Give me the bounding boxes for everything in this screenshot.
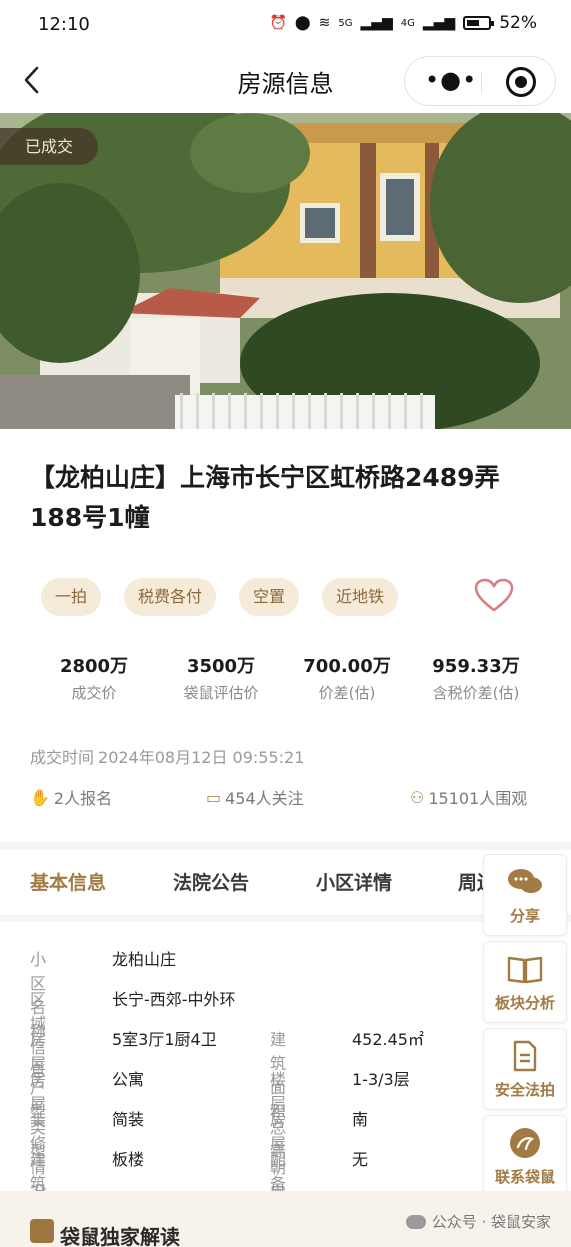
status-bar: 12:10 ⏰ ⬤ ≋ 5G ▂▄▆ 4G ▂▄▆ 52% bbox=[0, 0, 571, 52]
stat-label: 袋鼠评估价 bbox=[183, 684, 259, 702]
location-icon: ⬤ bbox=[294, 15, 311, 31]
exclusive-analysis-section: 袋鼠独家解读 公众号 · 袋鼠安家 bbox=[0, 1191, 571, 1247]
view-count: ⚇ 15101人围观 bbox=[410, 785, 527, 809]
exclusive-analysis-title: 袋鼠独家解读 bbox=[60, 1225, 180, 1247]
stat-value: 2800万 bbox=[59, 656, 129, 677]
engagement-counters: ✋ 2人报名 ▭ 454人关注 ⚇ 15101人围观 bbox=[30, 785, 542, 809]
stat-value: 700.00万 bbox=[303, 656, 391, 677]
stat-value: 3500万 bbox=[186, 656, 256, 677]
wechat-icon bbox=[405, 1214, 426, 1229]
safe-auction-label: 安全法拍 bbox=[494, 1081, 555, 1099]
watermark-text: 公众号 · 袋鼠安家 bbox=[431, 1213, 551, 1231]
follow-count: ▭ 454人关注 bbox=[206, 785, 304, 809]
wifi-icon: ≋ bbox=[318, 15, 331, 31]
tag-vacant: 空置 bbox=[239, 578, 300, 616]
safe-auction-button[interactable]: 安全法拍 bbox=[483, 1028, 567, 1110]
section-divider bbox=[0, 842, 571, 850]
tag-metro: 近地铁 bbox=[322, 578, 399, 616]
tab-basic-info[interactable]: 基本信息 bbox=[30, 868, 106, 895]
info-value: 无 bbox=[352, 1150, 369, 1169]
hand-icon: ✋ bbox=[30, 787, 50, 807]
follow-count-text: 454人关注 bbox=[225, 789, 304, 808]
info-value: 452.45㎡ bbox=[352, 1030, 424, 1049]
alarm-icon: ⏰ bbox=[269, 15, 287, 31]
stat-label: 成交价 bbox=[71, 684, 117, 702]
info-value: 1-3/3层 bbox=[352, 1070, 410, 1089]
vr-glasses-icon: ▭ bbox=[206, 787, 222, 807]
analysis-icon bbox=[30, 1219, 54, 1243]
deal-time-label: 成交时间 bbox=[30, 748, 95, 767]
info-value: 南 bbox=[352, 1110, 369, 1129]
stat-price-diff: 700.00万 价差(估) bbox=[287, 652, 407, 703]
tag-first-auction: 一拍 bbox=[41, 578, 102, 616]
people-icon: ⚇ bbox=[410, 787, 425, 807]
info-value: 简装 bbox=[112, 1110, 145, 1129]
status-time: 12:10 bbox=[38, 14, 90, 35]
price-stats: 2800万 成交价 3500万 袋鼠评估价 700.00万 价差(估) 959.… bbox=[40, 652, 540, 712]
chat-bubbles-icon bbox=[484, 865, 566, 899]
stat-value: 959.33万 bbox=[432, 656, 520, 677]
deal-time-value: 2024年08月12日 09:55:21 bbox=[98, 748, 305, 767]
info-value: 5室3厅1厨4卫 bbox=[112, 1030, 217, 1049]
more-dots-icon[interactable]: •●• bbox=[425, 66, 476, 96]
watermark: 公众号 · 袋鼠安家 bbox=[405, 1211, 551, 1232]
mini-program-capsule: •●• bbox=[404, 56, 556, 106]
tab-court-notice[interactable]: 法院公告 bbox=[173, 868, 249, 895]
stat-tax-diff: 959.33万 含税价差(估) bbox=[416, 652, 536, 703]
status-icons: ⏰ ⬤ ≋ 5G ▂▄▆ 4G ▂▄▆ 52% bbox=[269, 13, 537, 33]
area-analysis-label: 板块分析 bbox=[494, 994, 555, 1012]
signup-count-text: 2人报名 bbox=[53, 789, 113, 808]
stat-deal-price: 2800万 成交价 bbox=[34, 652, 154, 703]
view-count-text: 15101人围观 bbox=[428, 789, 528, 808]
contact-button[interactable]: 联系袋鼠 bbox=[483, 1115, 567, 1197]
info-value: 公寓 bbox=[112, 1070, 145, 1089]
stat-assessed-price: 3500万 袋鼠评估价 bbox=[161, 652, 281, 703]
signal-bars-icon: ▂▄▆ bbox=[360, 15, 393, 31]
share-button[interactable]: 分享 bbox=[483, 854, 567, 936]
tag-tax: 税费各付 bbox=[124, 578, 217, 616]
area-analysis-button[interactable]: 板块分析 bbox=[483, 941, 567, 1023]
book-icon bbox=[484, 952, 566, 986]
tag-list: 一拍 税费各付 空置 近地铁 bbox=[41, 578, 399, 616]
kangaroo-logo-icon bbox=[484, 1126, 566, 1160]
stat-label: 价差(估) bbox=[318, 684, 376, 702]
battery-icon bbox=[463, 16, 495, 30]
signup-count: ✋ 2人报名 bbox=[30, 785, 112, 809]
nav-bar: 房源信息 •●• bbox=[0, 52, 571, 110]
battery-percent: 52% bbox=[499, 13, 537, 33]
contact-label: 联系袋鼠 bbox=[494, 1168, 555, 1186]
signal-5g-label: 5G bbox=[338, 17, 353, 29]
capsule-divider bbox=[481, 71, 482, 93]
tab-community[interactable]: 小区详情 bbox=[316, 868, 392, 895]
share-label: 分享 bbox=[509, 907, 540, 925]
heart-icon[interactable] bbox=[474, 578, 514, 614]
info-value: 龙柏山庄 bbox=[112, 950, 177, 969]
stat-label: 含税价差(估) bbox=[432, 684, 520, 702]
property-title: 【龙柏山庄】上海市长宁区虹桥路2489弄188号1幢 bbox=[30, 463, 500, 532]
info-value: 长宁-西郊-中外环 bbox=[112, 990, 236, 1009]
target-icon[interactable] bbox=[506, 67, 536, 97]
deal-time: 成交时间 2024年08月12日 09:55:21 bbox=[30, 744, 304, 768]
signal-bars-icon: ▂▄▆ bbox=[422, 15, 456, 31]
document-icon bbox=[484, 1039, 566, 1073]
sold-badge: 已成交 bbox=[0, 128, 98, 165]
signal-4g-label: 4G bbox=[400, 17, 415, 29]
info-value: 板楼 bbox=[112, 1150, 145, 1169]
